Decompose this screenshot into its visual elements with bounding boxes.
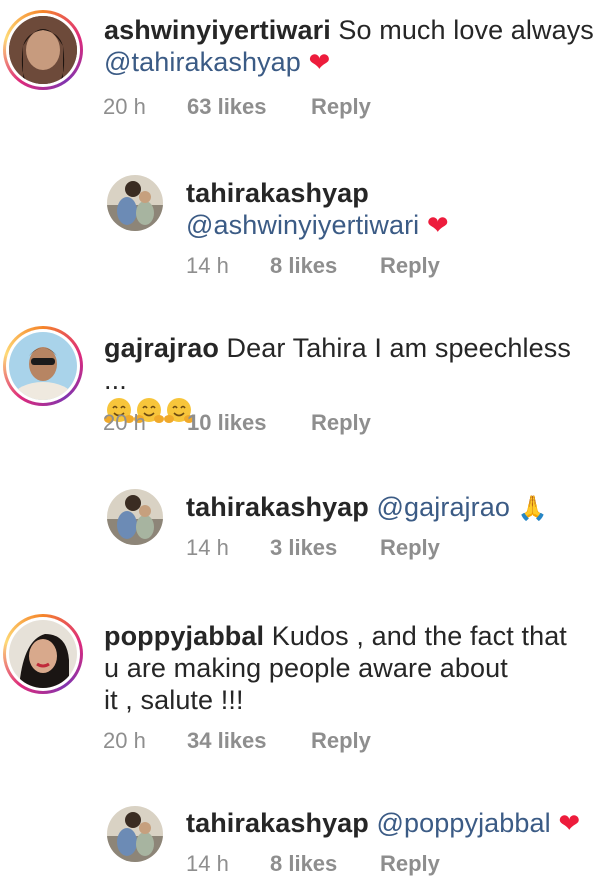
comment-text-line-2: u are making people aware about bbox=[104, 653, 508, 683]
reply-tahirakashyap-3: tahirakashyap @poppyjabbal ❤ 14 h 8 like… bbox=[0, 795, 600, 887]
comment-time: 14 h bbox=[186, 535, 229, 560]
comment-username[interactable]: gajrajrao bbox=[104, 333, 219, 363]
avatar-tahirakashyap[interactable] bbox=[106, 174, 164, 232]
comment-meta: 20 h 63 likes Reply bbox=[103, 94, 371, 120]
likes-count-button[interactable]: 34 likes bbox=[187, 728, 311, 754]
reply-button[interactable]: Reply bbox=[311, 728, 371, 754]
avatar-photo bbox=[9, 16, 77, 84]
comment-meta: 14 h 8 likes Reply bbox=[186, 851, 440, 877]
comment-time: 20 h bbox=[103, 94, 146, 119]
folded-hands-emoji-icon: 🙏 bbox=[517, 495, 548, 522]
likes-count-button[interactable]: 8 likes bbox=[270, 253, 380, 279]
avatar-photo bbox=[107, 806, 163, 862]
reply-button[interactable]: Reply bbox=[311, 94, 371, 120]
reply-tahirakashyap-1: tahirakashyap @ashwinyiyertiwari ❤ 14 h … bbox=[0, 160, 600, 300]
reply-button[interactable]: Reply bbox=[380, 535, 440, 561]
avatar-tahirakashyap[interactable] bbox=[106, 805, 164, 863]
avatar-poppyjabbal[interactable] bbox=[3, 614, 83, 694]
comment-mention[interactable]: @ashwinyiyertiwari bbox=[186, 210, 419, 240]
comment-meta: 20 h 34 likes Reply bbox=[103, 728, 371, 754]
comment-mention[interactable]: @gajrajrao bbox=[377, 492, 510, 522]
reply-button[interactable]: Reply bbox=[311, 410, 371, 436]
avatar-photo bbox=[9, 620, 77, 688]
comment-gajrajrao: gajrajrao Dear Tahira I am speechless ..… bbox=[0, 318, 600, 458]
avatar-photo bbox=[107, 175, 163, 231]
comment-text: So much love always bbox=[330, 15, 594, 45]
comment-meta: 20 h 10 likes Reply bbox=[103, 410, 371, 436]
comment-mention[interactable]: @tahirakashyap bbox=[104, 47, 301, 77]
avatar-photo bbox=[9, 332, 77, 400]
likes-count-button[interactable]: 10 likes bbox=[187, 410, 311, 436]
likes-count-button[interactable]: 3 likes bbox=[270, 535, 380, 561]
comment-time: 20 h bbox=[103, 410, 146, 435]
heart-emoji-icon: ❤ bbox=[426, 210, 449, 240]
reply-button[interactable]: Reply bbox=[380, 253, 440, 279]
likes-count-button[interactable]: 63 likes bbox=[187, 94, 311, 120]
comment-username[interactable]: ashwinyiyertiwari bbox=[104, 15, 331, 45]
comment-time: 20 h bbox=[103, 728, 146, 753]
comment-ashwinyiyertiwari: ashwinyiyertiwari So much love always @t… bbox=[0, 0, 600, 130]
comment-username[interactable]: tahirakashyap bbox=[186, 492, 369, 522]
comment-meta: 14 h 3 likes Reply bbox=[186, 535, 440, 561]
comment-text-line-1: Kudos , and the fact that bbox=[264, 621, 567, 651]
comment-username[interactable]: poppyjabbal bbox=[104, 621, 264, 651]
comment-poppyjabbal: poppyjabbal Kudos , and the fact that u … bbox=[0, 606, 600, 776]
comment-mention[interactable]: @poppyjabbal bbox=[377, 808, 551, 838]
comment-time: 14 h bbox=[186, 253, 229, 278]
likes-count-button[interactable]: 8 likes bbox=[270, 851, 380, 877]
comment-meta: 14 h 8 likes Reply bbox=[186, 253, 440, 279]
avatar-tahirakashyap[interactable] bbox=[106, 488, 164, 546]
comment-text-line-3: it , salute !!! bbox=[104, 685, 244, 715]
heart-emoji-icon: ❤ bbox=[308, 47, 331, 77]
reply-tahirakashyap-2: tahirakashyap @gajrajrao 🙏 14 h 3 likes … bbox=[0, 478, 600, 588]
avatar-gajrajrao[interactable] bbox=[3, 326, 83, 406]
avatar-photo bbox=[107, 489, 163, 545]
comment-username[interactable]: tahirakashyap bbox=[186, 808, 369, 838]
comment-time: 14 h bbox=[186, 851, 229, 876]
comment-username[interactable]: tahirakashyap bbox=[186, 178, 369, 208]
avatar-ashwinyiyertiwari[interactable] bbox=[3, 10, 83, 90]
reply-button[interactable]: Reply bbox=[380, 851, 440, 877]
heart-emoji-icon: ❤ bbox=[558, 808, 581, 838]
